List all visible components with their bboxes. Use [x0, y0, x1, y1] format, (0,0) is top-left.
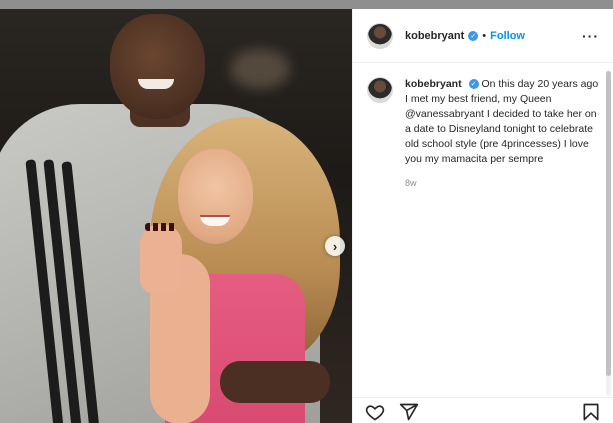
- post-sidebar: kobebryant ✓ • Follow ··· kobebryant ✓ O…: [352, 9, 613, 423]
- man-smile: [138, 79, 174, 89]
- action-bar: [353, 397, 613, 423]
- bookmark-icon[interactable]: [581, 402, 601, 422]
- heart-icon[interactable]: [365, 402, 385, 422]
- share-icon[interactable]: [399, 402, 419, 422]
- woman-face: [178, 149, 253, 244]
- follow-button[interactable]: Follow: [490, 30, 525, 42]
- caption: kobebryant ✓ On this day 20 years ago I …: [353, 63, 613, 191]
- scrollbar[interactable]: [606, 71, 611, 396]
- header-username[interactable]: kobebryant: [405, 30, 464, 42]
- caption-username[interactable]: kobebryant: [405, 78, 462, 90]
- dark-nails: [145, 223, 177, 231]
- more-horizontal-icon[interactable]: ···: [582, 28, 599, 44]
- post-photo[interactable]: ›: [0, 9, 352, 423]
- man-arm: [220, 361, 330, 403]
- man-head: [110, 14, 205, 119]
- post-timestamp[interactable]: 8w: [405, 176, 599, 191]
- caption-text: On this day 20 years ago I met my best f…: [405, 78, 599, 165]
- verified-badge-icon: ✓: [468, 30, 479, 41]
- woman-hand: [140, 224, 182, 294]
- instagram-post-modal: › kobebryant ✓ • Follow ··· kobebryant ✓…: [0, 9, 613, 423]
- post-header: kobebryant ✓ • Follow ···: [353, 9, 613, 63]
- separator-dot: •: [482, 29, 487, 42]
- verified-badge-icon: ✓: [468, 79, 479, 90]
- caption-body: kobebryant ✓ On this day 20 years ago I …: [405, 77, 599, 191]
- scrollbar-thumb[interactable]: [606, 71, 611, 376]
- chevron-right-icon[interactable]: ›: [325, 236, 345, 256]
- avatar[interactable]: [367, 22, 393, 49]
- avatar[interactable]: [367, 77, 393, 103]
- background-light: [230, 49, 290, 89]
